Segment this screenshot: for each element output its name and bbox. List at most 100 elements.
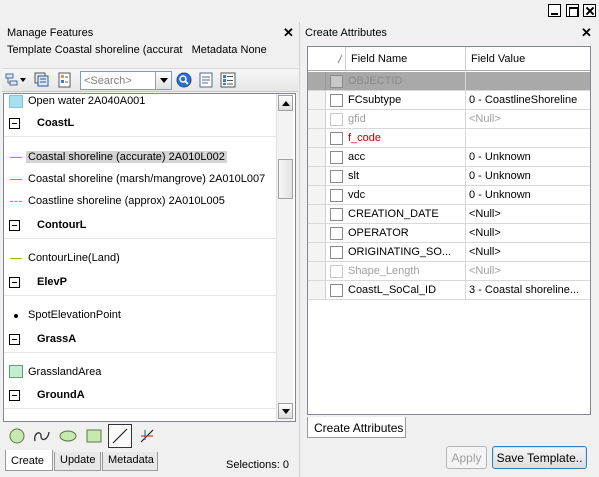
row-checkbox[interactable] xyxy=(330,227,343,240)
row-checkbox[interactable] xyxy=(330,94,343,107)
table-row[interactable]: f_code xyxy=(308,129,590,148)
group-header-contourl[interactable]: ContourL xyxy=(4,217,278,236)
ellipse-icon[interactable] xyxy=(56,424,80,448)
row-checkbox[interactable] xyxy=(330,246,343,259)
row-handle[interactable] xyxy=(308,167,326,185)
field-value[interactable]: <Null> xyxy=(469,227,589,239)
item-label: Coastal shoreline (marsh/mangrove) 2A010… xyxy=(28,173,266,185)
row-handle[interactable] xyxy=(308,205,326,223)
collapse-icon[interactable] xyxy=(9,390,20,401)
panel-splitter[interactable] xyxy=(299,22,303,477)
table-row[interactable]: vdc 0 - Unknown xyxy=(308,186,590,205)
group-header-grounda[interactable]: GroundA xyxy=(4,387,278,406)
table-row[interactable]: gfid <Null> xyxy=(308,110,590,129)
scroll-down-icon[interactable] xyxy=(278,403,293,419)
field-value[interactable]: <Null> xyxy=(469,265,589,277)
row-handle[interactable] xyxy=(308,91,326,109)
row-handle[interactable] xyxy=(308,186,326,204)
table-row[interactable]: FCsubtype 0 - CoastlineShoreline xyxy=(308,91,590,110)
row-checkbox[interactable] xyxy=(330,113,343,126)
table-row[interactable]: slt 0 - Unknown xyxy=(308,167,590,186)
row-checkbox[interactable] xyxy=(330,151,343,164)
row-checkbox[interactable] xyxy=(330,208,343,221)
cell-divider xyxy=(465,205,466,223)
field-value[interactable]: 0 - CoastlineShoreline xyxy=(469,94,589,106)
row-handle[interactable] xyxy=(308,262,326,280)
search-combobox[interactable] xyxy=(80,71,172,90)
organize-templates-icon[interactable] xyxy=(5,72,26,88)
row-handle[interactable] xyxy=(308,110,326,128)
create-template-icon[interactable] xyxy=(34,72,50,88)
collapse-icon[interactable] xyxy=(9,118,20,129)
row-checkbox[interactable] xyxy=(330,189,343,202)
cyan-line-icon xyxy=(10,157,22,158)
collapse-icon[interactable] xyxy=(9,220,20,231)
minimize-icon[interactable] xyxy=(548,4,561,17)
manage-features-close-icon[interactable]: ✕ xyxy=(283,26,294,39)
metadata-icon[interactable] xyxy=(198,72,214,88)
field-value[interactable]: 0 - Unknown xyxy=(469,170,589,182)
circle-icon[interactable] xyxy=(5,424,29,448)
list-item[interactable]: SpotElevationPoint xyxy=(4,306,278,325)
close-icon[interactable] xyxy=(583,4,596,17)
maximize-icon[interactable] xyxy=(566,4,579,17)
table-row[interactable]: OPERATOR <Null> xyxy=(308,224,590,243)
list-item[interactable]: Coastal shoreline (accurate) 2A010L002 xyxy=(4,148,278,167)
field-value[interactable]: <Null> xyxy=(469,208,589,220)
search-icon[interactable] xyxy=(176,72,192,88)
row-handle[interactable] xyxy=(308,129,326,147)
tab-update[interactable]: Update xyxy=(54,452,101,471)
list-item[interactable]: Coastal shoreline (marsh/mangrove) 2A010… xyxy=(4,170,278,189)
table-row[interactable]: ORIGINATING_SO... <Null> xyxy=(308,243,590,262)
chevron-down-icon[interactable] xyxy=(155,72,171,89)
field-value[interactable]: 0 - Unknown xyxy=(469,189,589,201)
table-row[interactable]: OBJECTID xyxy=(308,72,590,91)
row-checkbox[interactable] xyxy=(330,284,343,297)
scroll-up-icon[interactable] xyxy=(278,95,293,111)
apply-button[interactable]: Apply xyxy=(446,446,487,469)
list-item[interactable]: GrasslandArea xyxy=(4,363,278,382)
column-header-field-value[interactable]: Field Value xyxy=(466,47,590,71)
field-value[interactable]: 0 - Unknown xyxy=(469,151,589,163)
row-handle[interactable] xyxy=(308,72,326,90)
create-attributes-close-icon[interactable]: ✕ xyxy=(581,26,592,39)
list-item[interactable]: Coastline shoreline (approx) 2A010L005 xyxy=(4,192,278,211)
group-header-grassa[interactable]: GrassA xyxy=(4,331,278,350)
row-checkbox[interactable] xyxy=(330,75,343,88)
field-value[interactable]: 3 - Coastal shoreline... xyxy=(469,284,589,296)
group-header-elevp[interactable]: ElevP xyxy=(4,274,278,293)
right-angle-icon[interactable] xyxy=(135,424,159,448)
row-handle[interactable] xyxy=(308,243,326,261)
field-value[interactable]: <Null> xyxy=(469,113,589,125)
row-checkbox[interactable] xyxy=(330,265,343,278)
column-header-field-name[interactable]: Field Name xyxy=(346,47,466,71)
table-row[interactable]: acc 0 - Unknown xyxy=(308,148,590,167)
list-item[interactable]: ContourLine(Land) xyxy=(4,249,278,268)
row-checkbox[interactable] xyxy=(330,132,343,145)
row-handle[interactable] xyxy=(308,224,326,242)
group-header-coastl[interactable]: CoastL xyxy=(4,115,278,134)
search-input[interactable] xyxy=(81,72,155,89)
save-template-button[interactable]: Save Template.. xyxy=(492,446,587,469)
tab-create-attributes[interactable]: Create Attributes xyxy=(307,417,406,438)
rectangle-icon[interactable] xyxy=(82,424,106,448)
list-item[interactable]: Open water 2A040A001 xyxy=(4,94,278,113)
line-icon[interactable] xyxy=(108,424,132,448)
row-handle[interactable] xyxy=(308,281,326,299)
freehand-icon[interactable] xyxy=(30,424,54,448)
properties-icon[interactable] xyxy=(57,72,73,88)
tab-metadata[interactable]: Metadata xyxy=(102,452,158,471)
list-scrollbar[interactable] xyxy=(276,94,293,421)
tab-create[interactable]: Create xyxy=(5,450,53,471)
collapse-icon[interactable] xyxy=(9,277,20,288)
table-row[interactable]: Shape_Length <Null> xyxy=(308,262,590,281)
table-row[interactable]: CREATION_DATE <Null> xyxy=(308,205,590,224)
field-value[interactable]: <Null> xyxy=(469,246,589,258)
collapse-icon[interactable] xyxy=(9,334,20,345)
row-checkbox[interactable] xyxy=(330,170,343,183)
table-row[interactable]: CoastL_SoCal_ID 3 - Coastal shoreline... xyxy=(308,281,590,300)
view-list-icon[interactable] xyxy=(220,72,236,88)
water-polygon-icon xyxy=(9,95,23,108)
scrollbar-thumb[interactable] xyxy=(278,159,293,199)
row-handle[interactable] xyxy=(308,148,326,166)
